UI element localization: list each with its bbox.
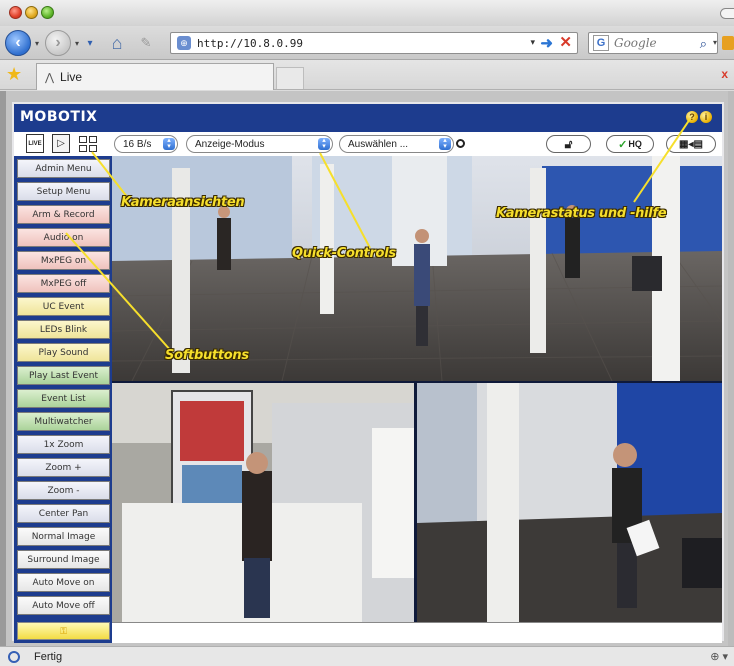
reception-scene [112,383,414,622]
mobotix-header: MOBOTIX ? i [14,104,722,132]
mobotix-live-view: MOBOTIX ? i LIVE ▷ 16 B/s ▴ ▾ Anzeige-Mod… [12,102,724,643]
quick-control-value: Auswählen ... [348,138,409,150]
softbutton-auto-move-off[interactable]: Auto Move off [17,596,110,615]
forward-button[interactable]: › [45,30,71,56]
softbutton-zoom[interactable]: Zoom - [17,481,110,500]
record-status-icon [456,139,465,148]
softbutton-mxpeg-off[interactable]: MxPEG off [17,274,110,293]
search-magnifier-icon[interactable]: ⌕ [700,36,707,52]
minimize-window-button[interactable] [25,6,38,19]
lobby-scene [417,383,722,622]
extension-icon[interactable] [722,36,734,50]
softbutton-uc-event[interactable]: UC Event [17,297,110,316]
back-button[interactable]: ‹ [5,30,31,56]
callout-kameraansichten: Kameraansichten [121,195,245,210]
key-icon[interactable]: ⚿ [17,622,110,640]
go-arrow-icon[interactable]: ➜ [540,34,553,52]
browser-status-bar: Fertig ⊕ ▾ [0,646,734,666]
google-icon[interactable]: G [593,35,609,51]
title-bar [0,0,734,26]
callout-softbuttons: Softbuttons [165,348,249,363]
search-status-icon [8,650,20,663]
navigation-toolbar: ‹ ▾ › ▾ ▾ ⌂ ✎ ⊕ http://10.8.0.99 ▾ ➜ ✕ G… [0,26,734,60]
address-dropdown-icon[interactable]: ▾ [530,37,535,48]
search-placeholder[interactable]: Google [614,36,657,50]
softbutton-setup-menu[interactable]: Setup Menu [17,182,110,201]
camera-view-right[interactable] [417,383,722,622]
page-content: MOBOTIX ? i LIVE ▷ 16 B/s ▴ ▾ Anzeige-Mod… [0,91,734,646]
camera-view-left[interactable] [112,383,414,622]
hq-label: HQ [628,139,642,149]
softbutton-center-pan[interactable]: Center Pan [17,504,110,523]
site-favicon: ⊕ [177,36,191,50]
camera-image-area[interactable] [112,156,722,622]
home-icon[interactable]: ⌂ [104,30,130,56]
softbutton-event-list[interactable]: Event List [17,389,110,408]
history-dropdown-icon[interactable]: ▾ [84,30,96,56]
softbutton-surround-image[interactable]: Surround Image [17,550,110,569]
forward-history-menu[interactable]: ▾ [72,30,82,56]
stop-icon[interactable]: ✕ [559,33,572,51]
callout-kamerastatus: Kamerastatus und -hilfe [496,206,667,221]
softbutton-admin-menu[interactable]: Admin Menu [17,159,110,178]
select-arrow-icon: ▴ ▾ [439,137,451,150]
softbutton-leds-blink[interactable]: LEDs Blink [17,320,110,339]
softbutton-audio-on[interactable]: Audio on [17,228,110,247]
softbutton-play-sound[interactable]: Play Sound [17,343,110,362]
softbutton-mxpeg-on[interactable]: MxPEG on [17,251,110,270]
tab-bar: ★ ⋀ Live x [0,60,734,90]
close-tab-icon[interactable]: x [721,67,728,81]
display-mode-select[interactable]: Anzeige-Modus ▴ ▾ [186,135,333,153]
status-text: Fertig [34,650,63,663]
help-icon[interactable]: ? [686,111,698,123]
select-arrow-icon: ▴ ▾ [318,137,330,150]
tab-title: Live [60,70,83,84]
new-tab-button[interactable] [276,67,304,89]
softbutton-arm-record[interactable]: Arm & Record [17,205,110,224]
softbutton-auto-move-on[interactable]: Auto Move on [17,573,110,592]
live-view-button[interactable]: LIVE [26,134,44,153]
search-box[interactable]: G Google ⌕ ▾ [588,32,718,54]
softbutton-multiwatcher[interactable]: Multiwatcher [17,412,110,431]
display-mode-value: Anzeige-Modus [195,138,265,150]
frame-rate-value: 16 B/s [123,138,152,150]
softbutton-play-last-event[interactable]: Play Last Event [17,366,110,385]
bookmark-star-icon[interactable]: ★ [6,64,22,85]
camera-status-icon[interactable]: i [700,111,712,123]
frame-rate-select[interactable]: 16 B/s ▴ ▾ [114,135,178,153]
image-export-icon[interactable]: ▦◂▤ [666,135,716,153]
address-bar[interactable]: ⊕ http://10.8.0.99 ▾ ➜ ✕ [170,32,578,54]
select-arrow-icon: ▴ ▾ [163,137,175,150]
softbutton-1x-zoom[interactable]: 1x Zoom [17,435,110,454]
status-addon-icon[interactable]: ⊕ ▾ [710,650,728,663]
back-history-menu[interactable]: ▾ [32,30,42,56]
tab-live[interactable]: ⋀ Live [36,63,274,90]
softbutton-normal-image[interactable]: Normal Image [17,527,110,546]
lock-icon[interactable]: 🔓︎ [546,135,591,153]
check-icon: ✓ [618,138,628,151]
address-text[interactable]: http://10.8.0.99 [197,37,303,50]
tab-favicon-icon: ⋀ [45,71,55,84]
multiview-grid-icon[interactable] [78,134,98,153]
mobotix-logo: MOBOTIX [20,109,98,125]
browser-window: ‹ ▾ › ▾ ▾ ⌂ ✎ ⊕ http://10.8.0.99 ▾ ➜ ✕ G… [0,0,734,666]
callout-quick-controls: Quick-Controls [292,246,396,261]
softbutton-zoom[interactable]: Zoom + [17,458,110,477]
player-view-button[interactable]: ▷ [52,134,70,153]
camera-status-strip [112,622,722,643]
reload-icon[interactable]: ✎ [135,30,157,56]
toolbar-toggle-button[interactable] [720,8,734,19]
zoom-window-button[interactable] [41,6,54,19]
hq-button[interactable]: ✓ HQ [606,135,654,153]
camera-toolbar: LIVE ▷ 16 B/s ▴ ▾ Anzeige-Modus ▴ ▾ Auswäh… [14,132,722,156]
softbutton-column: Admin Menu Setup Menu Arm & Record Audio on… [14,156,112,643]
search-dropdown-icon[interactable]: ▾ [713,38,717,47]
quick-control-select[interactable]: Auswählen ... ▴ ▾ [339,135,454,153]
close-window-button[interactable] [9,6,22,19]
